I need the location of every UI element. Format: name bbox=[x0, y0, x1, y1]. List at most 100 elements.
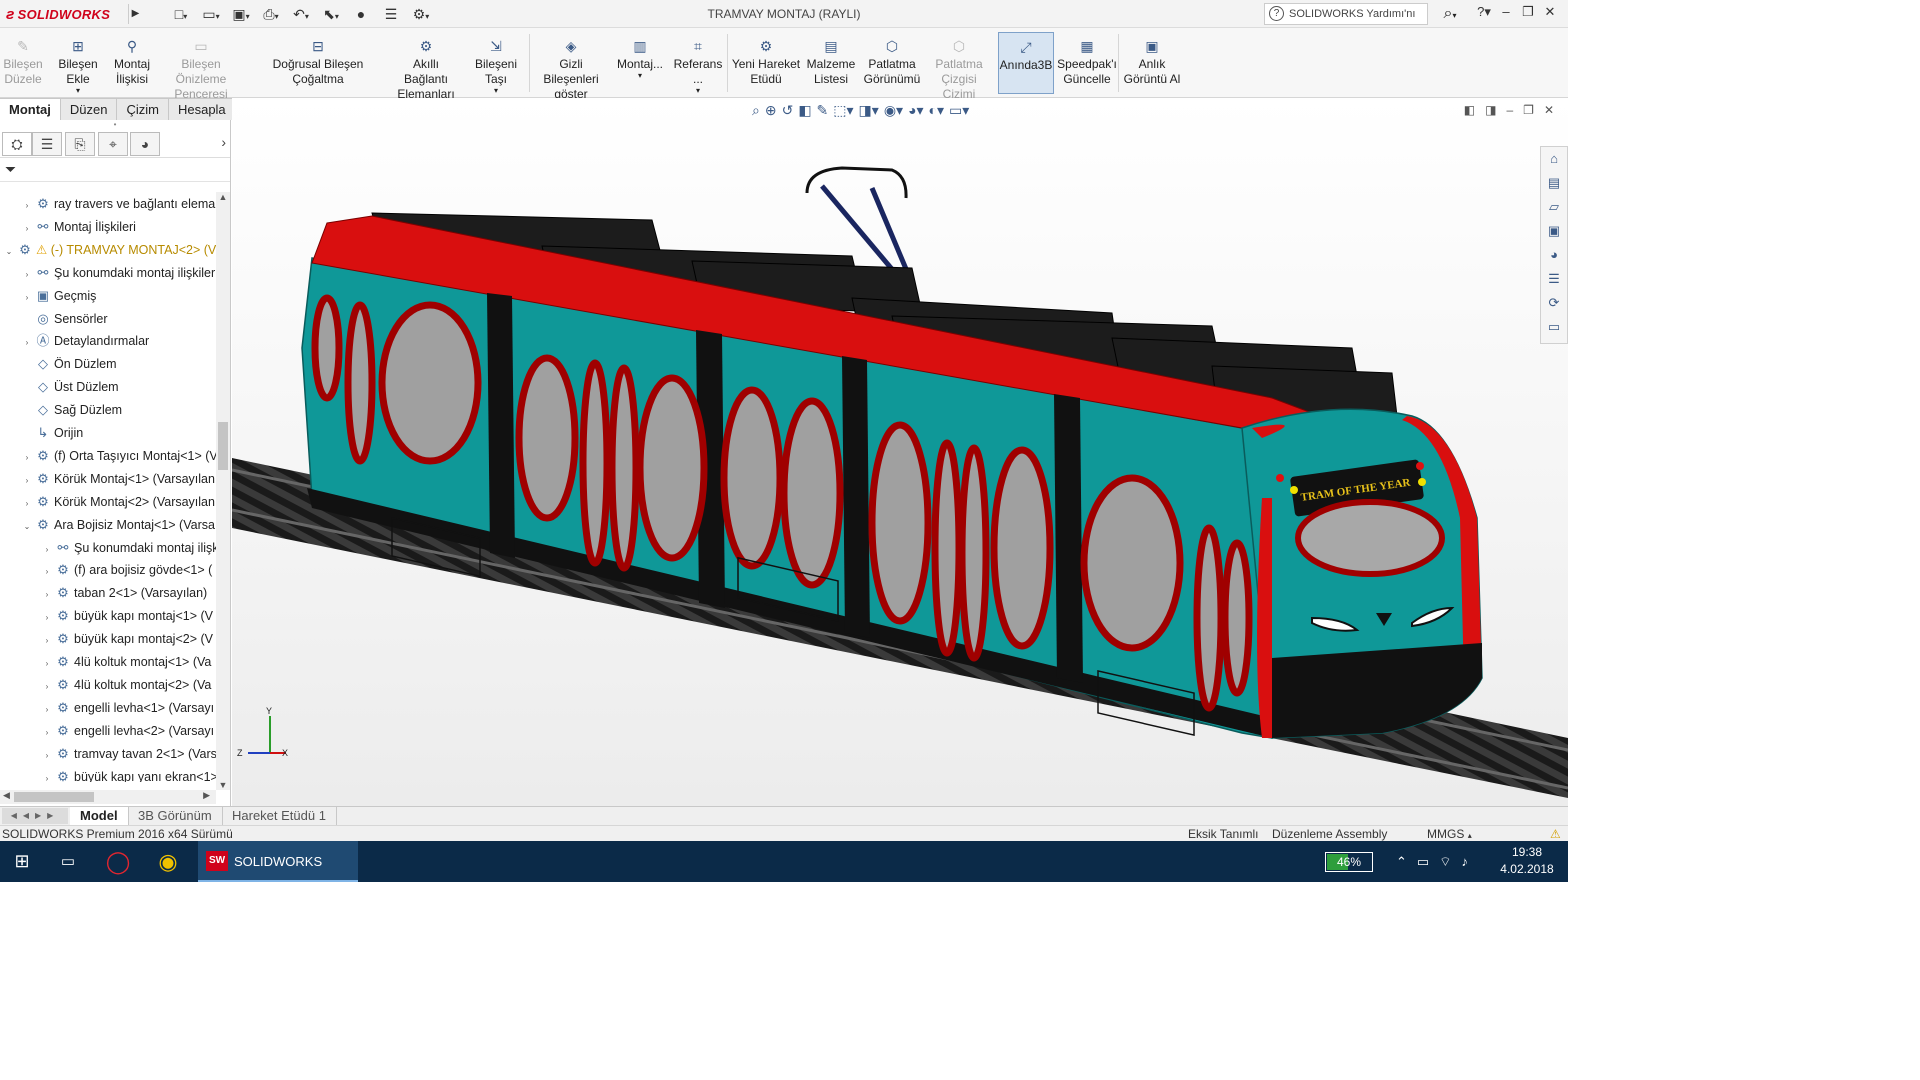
new-file-icon[interactable]: □▾ bbox=[170, 5, 192, 23]
ribbon-button-8[interactable]: ▥ Montaj... ▾ bbox=[614, 32, 666, 94]
dropdown-arrow-icon[interactable]: ▾ bbox=[464, 87, 528, 95]
options-gear-icon[interactable]: ⚙▾ bbox=[410, 5, 432, 23]
home-icon[interactable]: ⌂ bbox=[1541, 147, 1567, 171]
ribbon-button-5[interactable]: ⚙ Akıllı Bağlantı Elemanları bbox=[390, 32, 462, 101]
panel-grip-icon[interactable]: • bbox=[0, 120, 230, 130]
ribbon-button-1[interactable]: ⊞ Bileşen Ekle ▾ bbox=[48, 32, 108, 95]
tree-item[interactable]: › ⚙ taban 2<1> (Varsayılan) bbox=[0, 581, 208, 606]
wifi-icon[interactable]: ⌔ bbox=[1439, 841, 1451, 882]
dropdown-arrow-icon[interactable]: ▾ bbox=[614, 72, 666, 80]
tree-item[interactable]: › Ⓐ Detaylandırmalar bbox=[0, 329, 150, 354]
ribbon-button-2[interactable]: ⚲ Montaj İlişkisi bbox=[110, 32, 154, 94]
scroll-down-icon[interactable]: ▼ bbox=[216, 780, 230, 790]
ribbon-button-14[interactable]: ⤢ Anında3B bbox=[998, 32, 1054, 94]
viewport-close-icon[interactable]: ✕ bbox=[1544, 103, 1554, 117]
tree-item[interactable]: › ▣ Geçmiş bbox=[0, 284, 97, 307]
ribbon-button-13[interactable]: ⬡ Patlatma Çizgisi Çizimi bbox=[926, 32, 992, 101]
feature-tree-tab-icon[interactable]: ⛭ bbox=[2, 132, 32, 156]
tree-item[interactable]: › ⚙ ray travers ve bağlantı elema bbox=[0, 192, 216, 217]
battery-tray-icon[interactable]: ▭ bbox=[1417, 841, 1429, 882]
ribbon-button-4[interactable]: ⊟ Doğrusal Bileşen Çoğaltma bbox=[248, 32, 388, 94]
chevron-right-icon[interactable]: › bbox=[22, 263, 32, 286]
tree-item[interactable]: › ⚙ engelli levha<2> (Varsayı bbox=[0, 719, 214, 742]
tree-item[interactable]: › ⚯ Şu konumdaki montaj ilişk bbox=[0, 536, 216, 559]
volume-icon[interactable]: ♪ bbox=[1461, 841, 1468, 882]
model-tab-0[interactable]: Model bbox=[70, 807, 129, 826]
previous-view-icon[interactable]: ↺ bbox=[782, 102, 794, 119]
chevron-right-icon[interactable]: › bbox=[42, 560, 52, 583]
tree-filter[interactable]: ⏷ bbox=[0, 158, 230, 182]
viewport-minimize-icon[interactable]: – bbox=[1506, 103, 1513, 117]
tab-navigation-arrows-icon[interactable]: ◀◀▶▶ bbox=[2, 808, 68, 824]
tray-expand-chevron-icon[interactable]: ⌃ bbox=[1396, 841, 1407, 882]
chrome-browser-icon[interactable]: ◉ bbox=[146, 841, 190, 882]
dropdown-arrow-icon[interactable]: ▾ bbox=[48, 87, 108, 95]
display-style-icon[interactable]: ◨▾ bbox=[859, 102, 879, 119]
taskbar-solidworks-app[interactable]: SW SOLIDWORKS Prem... bbox=[198, 841, 358, 882]
tree-horizontal-scrollbar[interactable]: ◀ ▶ bbox=[0, 790, 216, 804]
chevron-right-icon[interactable]: › bbox=[42, 767, 52, 783]
chevron-right-icon[interactable]: › bbox=[22, 331, 32, 354]
task-view-icon[interactable]: ▭ bbox=[46, 841, 90, 882]
scroll-up-icon[interactable]: ▲ bbox=[216, 192, 230, 202]
hide-show-icon[interactable]: ◉▾ bbox=[884, 102, 903, 119]
tree-item[interactable]: › ⚯ Şu konumdaki montaj ilişkiler bbox=[0, 261, 216, 286]
chevron-right-icon[interactable]: › bbox=[22, 469, 32, 492]
zoom-to-area-icon[interactable]: ⊕ bbox=[765, 102, 777, 119]
dropdown-arrow-icon[interactable]: ▾ bbox=[668, 87, 728, 95]
tree-item[interactable]: › ⚙ büyük kapı montaj<2> (V bbox=[0, 627, 213, 650]
ribbon-button-7[interactable]: ◈ Gizli Bileşenleri göster bbox=[530, 32, 612, 101]
ribbon-button-6[interactable]: ⇲ Bileşeni Taşı ▾ bbox=[464, 32, 528, 95]
chevron-right-icon[interactable]: › bbox=[42, 698, 52, 721]
view-settings-icon[interactable]: ▭▾ bbox=[949, 102, 969, 119]
ribbon-button-12[interactable]: ⬡ Patlatma Görünümü bbox=[860, 32, 924, 94]
property-manager-tab-icon[interactable]: ☰ bbox=[32, 132, 62, 156]
chevron-right-icon[interactable]: › bbox=[22, 194, 32, 217]
chevron-right-icon[interactable]: › bbox=[22, 492, 32, 515]
chevron-right-icon[interactable]: › bbox=[22, 217, 32, 240]
forum-icon[interactable]: ▭ bbox=[1541, 315, 1567, 339]
tree-item[interactable]: ◇ Üst Düzlem bbox=[0, 375, 119, 398]
appearances-icon[interactable]: ◕ bbox=[1541, 243, 1567, 267]
open-file-icon[interactable]: ▭▾ bbox=[200, 5, 222, 23]
opera-browser-icon[interactable]: ◯ bbox=[96, 841, 140, 882]
scroll-left-icon[interactable]: ◀ bbox=[3, 790, 10, 801]
close-icon[interactable]: ✕ bbox=[1542, 4, 1558, 20]
custom-properties-icon[interactable]: ☰ bbox=[1541, 267, 1567, 291]
ribbon-button-3[interactable]: ▭ Bileşen Önizleme Penceresi bbox=[156, 32, 246, 101]
chevron-right-icon[interactable]: › bbox=[42, 606, 52, 629]
ribbon-button-11[interactable]: ▤ Malzeme Listesi bbox=[804, 32, 858, 94]
zoom-to-fit-icon[interactable]: ⌕ bbox=[752, 102, 760, 119]
chevron-right-icon[interactable]: › bbox=[42, 629, 52, 652]
tree-item[interactable]: ⌄ ⚙ Ara Bojisiz Montaj<1> (Varsa bbox=[0, 513, 215, 536]
undo-icon[interactable]: ↶▾ bbox=[290, 5, 312, 23]
tree-item[interactable]: ◎ Sensörler bbox=[0, 307, 107, 330]
solidworks-resources-icon[interactable]: ⟳ bbox=[1541, 291, 1567, 315]
chevron-right-icon[interactable]: › bbox=[221, 134, 226, 150]
section-view-icon[interactable]: ◧ bbox=[798, 102, 811, 119]
display-manager-tab-icon[interactable]: ◕ bbox=[130, 132, 160, 156]
solidworks-logo[interactable]: ƨ SOLIDWORKS bbox=[6, 4, 110, 24]
minimize-icon[interactable]: – bbox=[1498, 4, 1514, 20]
tree-item[interactable]: ◇ Sağ Düzlem bbox=[0, 398, 122, 421]
design-library-icon[interactable]: ▤ bbox=[1541, 171, 1567, 195]
tree-item[interactable]: › ⚙ Körük Montaj<2> (Varsayılan bbox=[0, 490, 215, 513]
scroll-thumb[interactable] bbox=[14, 792, 94, 802]
chevron-right-icon[interactable]: › bbox=[42, 721, 52, 744]
chevron-right-icon[interactable]: › bbox=[42, 583, 52, 606]
tree-item[interactable]: › ⚙ büyük kapı montaj<1> (V bbox=[0, 604, 213, 627]
tree-item[interactable]: › ⚯ Montaj İlişkileri bbox=[0, 215, 136, 238]
graphics-area[interactable]: TRAM OF THE YEAR Y Z X ⌕ ⊕ ↺ ◧ ✎ ⬚▾ ◨▾ ◉… bbox=[232, 98, 1568, 806]
tree-item[interactable]: › ⚙ (f) Orta Taşıyıcı Montaj<1> (V bbox=[0, 444, 216, 467]
tab-0[interactable]: Montaj bbox=[0, 98, 61, 120]
apply-scene-icon[interactable]: ◐▾ bbox=[929, 102, 944, 119]
tab-1[interactable]: Düzen bbox=[60, 98, 118, 120]
tree-item[interactable]: › ⚙ 4lü koltuk montaj<1> (Va bbox=[0, 650, 212, 673]
tree-vertical-scrollbar[interactable]: ▲ ▼ bbox=[216, 192, 230, 790]
tree-item[interactable]: › ⚙ 4lü koltuk montaj<2> (Va bbox=[0, 673, 212, 696]
edit-appearance-icon[interactable]: ◕▾ bbox=[908, 102, 923, 119]
restore-icon[interactable]: ❐ bbox=[1520, 4, 1536, 20]
view-palette-icon[interactable]: ▣ bbox=[1541, 219, 1567, 243]
tree-item[interactable]: › ⚙ tramvay tavan 2<1> (Vars bbox=[0, 742, 216, 765]
windows-start-icon[interactable]: ⊞ bbox=[0, 841, 44, 882]
